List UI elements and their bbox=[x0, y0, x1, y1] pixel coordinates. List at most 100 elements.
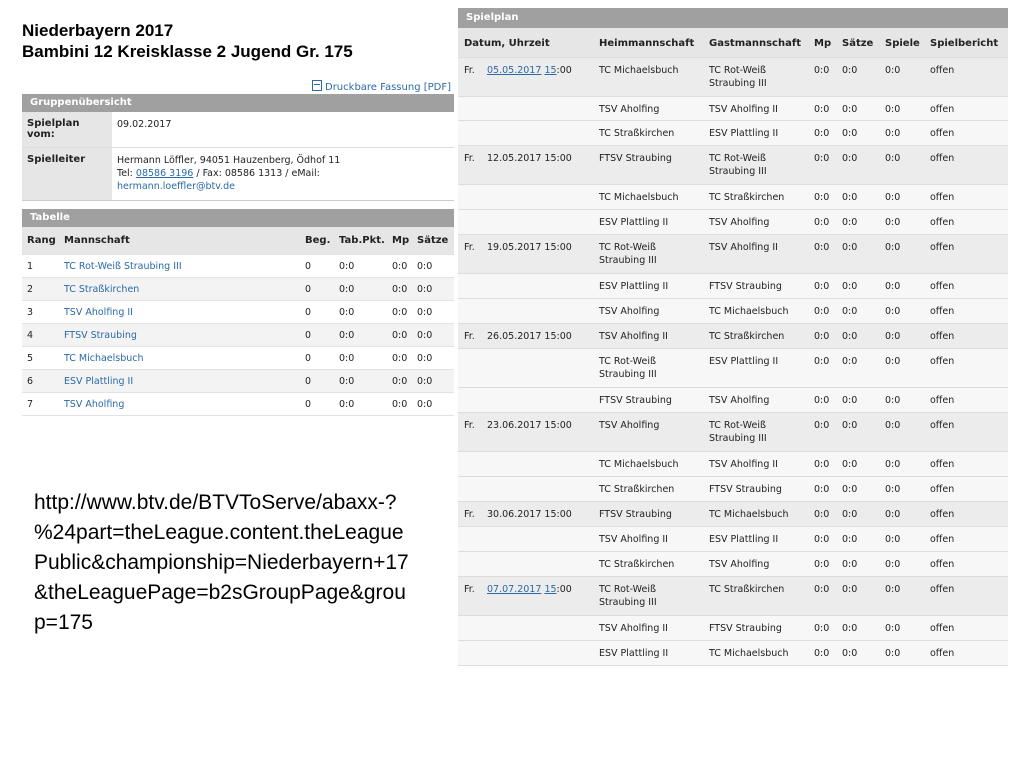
tel-link[interactable]: 08586 3196 bbox=[136, 168, 193, 179]
date-link[interactable]: 05.05.2017 bbox=[487, 65, 541, 76]
games-cell: 0:0 bbox=[885, 356, 901, 367]
team-link[interactable]: FTSV Straubing bbox=[59, 330, 302, 341]
games-cell: 0:0 bbox=[885, 153, 901, 164]
games-cell: 0:0 bbox=[885, 128, 901, 139]
guest-team: TC Straßkirchen bbox=[709, 192, 785, 203]
guest-team: TSV Aholfing bbox=[709, 559, 770, 570]
schedule-header-row: Datum, Uhrzeit Heimmannschaft Gastmannsc… bbox=[458, 28, 1008, 58]
team-link[interactable]: TSV Aholfing II bbox=[59, 307, 302, 318]
games-cell: 0:0 bbox=[885, 484, 901, 495]
col-saetze: Sätze bbox=[417, 235, 449, 246]
sets-cell: 0:0 bbox=[842, 217, 858, 228]
schedule-row: ESV Plattling II TSV Aholfing 0:0 0:0 0:0 off… bbox=[458, 210, 1008, 235]
schedule-row: TC Straßkirchen TSV Aholfing 0:0 0:0 0:0 offe… bbox=[458, 552, 1008, 577]
mp-cell: 0:0 bbox=[814, 420, 830, 431]
leader-contact: Tel: 08586 3196 / Fax: 08586 1313 / eMai… bbox=[117, 167, 449, 180]
col-spiele: Spiele bbox=[885, 38, 920, 49]
day-label: Fr. bbox=[464, 509, 475, 520]
col-beg: Beg. bbox=[305, 235, 331, 246]
sets-cell: 0:0 bbox=[842, 623, 858, 634]
col-mannschaft: Mannschaft bbox=[64, 235, 130, 246]
mp-cell: 0:0 bbox=[814, 153, 830, 164]
team-link[interactable]: ESV Plattling II bbox=[59, 376, 302, 387]
guest-team: TC Rot-Weiß Straubing III bbox=[709, 420, 767, 444]
schedule-row: Fr. 07.07.2017 15:00 TC Rot-Weiß Straubing… bbox=[458, 577, 1008, 616]
sets-cell: 0:0 bbox=[842, 395, 858, 406]
report-status: offen bbox=[930, 331, 955, 342]
time-link[interactable]: 15 bbox=[544, 65, 556, 76]
rank-cell: 4 bbox=[27, 329, 34, 341]
day-label: Fr. bbox=[464, 65, 475, 76]
report-status: offen bbox=[930, 623, 955, 634]
games-cell: 0:0 bbox=[885, 192, 901, 203]
date-cell bbox=[458, 388, 596, 412]
guest-team: TC Rot-Weiß Straubing III bbox=[709, 65, 767, 89]
date-cell: Fr. 23.06.2017 15:00 bbox=[458, 413, 596, 451]
schedule-row: ESV Plattling II TC Michaelsbuch 0:0 0:0 0:0… bbox=[458, 641, 1008, 666]
report-status: offen bbox=[930, 509, 955, 520]
mp-cell: 0:0 bbox=[392, 352, 408, 364]
mp-cell: 0:0 bbox=[392, 306, 408, 318]
rank-cell: 3 bbox=[27, 306, 34, 318]
home-team: ESV Plattling II bbox=[599, 648, 669, 659]
table-row: 7 TSV Aholfing 0 0:0 0:0 0:0 bbox=[22, 393, 454, 416]
report-status: offen bbox=[930, 281, 955, 292]
time-link[interactable]: 15 bbox=[544, 584, 556, 595]
schedule-row: TC Michaelsbuch TSV Aholfing II 0:0 0:0 0:0 o… bbox=[458, 452, 1008, 477]
fax-email-text: / Fax: 08586 1313 / eMail: bbox=[193, 168, 320, 179]
mp-cell: 0:0 bbox=[814, 584, 830, 595]
guest-team: FTSV Straubing bbox=[709, 281, 782, 292]
mp-cell: 0:0 bbox=[392, 329, 408, 341]
print-link[interactable]: Druckbare Fassung [PDF] bbox=[312, 80, 451, 93]
guest-team: FTSV Straubing bbox=[709, 484, 782, 495]
team-link[interactable]: TSV Aholfing bbox=[59, 399, 302, 410]
team-link[interactable]: TC Michaelsbuch bbox=[59, 353, 302, 364]
schedule-row: Fr. 19.05.2017 15:00 TC Rot-Weiß Straubing… bbox=[458, 235, 1008, 274]
date-link[interactable]: 07.07.2017 bbox=[487, 584, 541, 595]
print-link-label: Druckbare Fassung [PDF] bbox=[325, 82, 452, 93]
date-cell bbox=[458, 121, 596, 145]
sets-cell: 0:0 bbox=[417, 352, 433, 364]
report-status: offen bbox=[930, 420, 955, 431]
leader-row: Spielleiter Hermann Löffler, 94051 Hauze… bbox=[22, 148, 454, 200]
home-team: ESV Plattling II bbox=[599, 281, 669, 292]
report-status: offen bbox=[930, 306, 955, 317]
team-link[interactable]: TC Rot-Weiß Straubing III bbox=[59, 261, 302, 272]
col-spielbericht: Spielbericht bbox=[930, 38, 999, 49]
date-text: 26.05.2017 15:00 bbox=[487, 331, 572, 342]
sets-cell: 0:0 bbox=[842, 584, 858, 595]
sets-cell: 0:0 bbox=[842, 509, 858, 520]
mp-cell: 0:0 bbox=[814, 242, 830, 253]
matches-cell: 0 bbox=[305, 306, 312, 318]
schedule-row: TC Straßkirchen ESV Plattling II 0:0 0:0 0:0… bbox=[458, 121, 1008, 146]
rank-cell: 1 bbox=[27, 260, 34, 272]
games-cell: 0:0 bbox=[885, 306, 901, 317]
guest-team: TC Straßkirchen bbox=[709, 584, 785, 595]
email-link[interactable]: hermann.loeffler@btv.de bbox=[117, 180, 449, 193]
schedule-row: Fr. 05.05.2017 15:00 TC Michaelsbuch TC Rot… bbox=[458, 58, 1008, 97]
sets-cell: 0:0 bbox=[842, 153, 858, 164]
mp-cell: 0:0 bbox=[814, 534, 830, 545]
guest-team: ESV Plattling II bbox=[709, 534, 779, 545]
time-rest: :00 bbox=[556, 65, 572, 76]
report-status: offen bbox=[930, 559, 955, 570]
mp-cell: 0:0 bbox=[814, 306, 830, 317]
points-cell: 0:0 bbox=[339, 306, 355, 318]
schedule-row: FTSV Straubing TSV Aholfing 0:0 0:0 0:0 offen bbox=[458, 388, 1008, 413]
games-cell: 0:0 bbox=[885, 534, 901, 545]
date-cell bbox=[458, 299, 596, 323]
guest-team: TSV Aholfing bbox=[709, 217, 770, 228]
home-team: TC Michaelsbuch bbox=[599, 192, 679, 203]
matches-cell: 0 bbox=[305, 398, 312, 410]
report-status: offen bbox=[930, 459, 955, 470]
report-status: offen bbox=[930, 534, 955, 545]
sets-cell: 0:0 bbox=[417, 260, 433, 272]
mp-cell: 0:0 bbox=[814, 623, 830, 634]
sets-cell: 0:0 bbox=[417, 306, 433, 318]
points-cell: 0:0 bbox=[339, 329, 355, 341]
table-body: 1 TC Rot-Weiß Straubing III 0 0:0 0:0 0:0 2 TC … bbox=[22, 255, 454, 416]
day-label: Fr. bbox=[464, 242, 475, 253]
mp-cell: 0:0 bbox=[392, 283, 408, 295]
team-link[interactable]: TC Straßkirchen bbox=[59, 284, 302, 295]
home-team: TSV Aholfing bbox=[599, 420, 660, 431]
